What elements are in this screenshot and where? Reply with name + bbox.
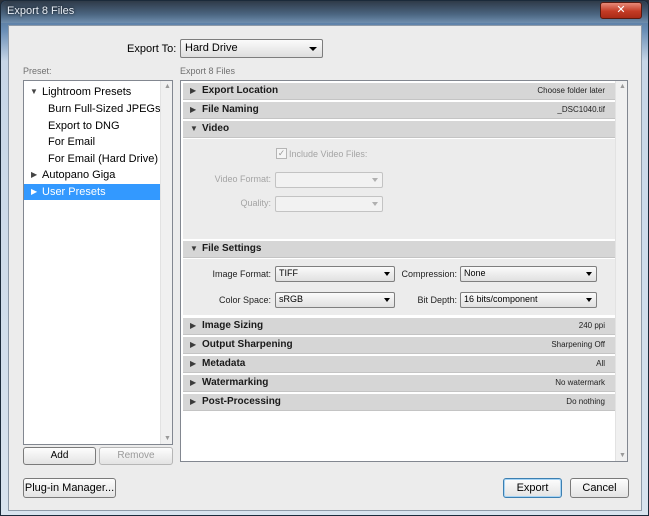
add-preset-button[interactable]: Add — [23, 447, 96, 465]
section-summary: No watermark — [555, 378, 605, 387]
file-settings-body: Image Format: TIFF Compression: None Col… — [183, 259, 615, 315]
expanded-triangle-icon: ▼ — [190, 244, 198, 253]
section-post-processing[interactable]: ▶ Post-Processing Do nothing — [183, 394, 615, 411]
section-video[interactable]: ▼ Video — [183, 121, 615, 138]
window-title: Export 8 Files — [7, 5, 75, 17]
section-summary: 240 ppi — [578, 321, 605, 330]
expanded-triangle-icon[interactable]: ▼ — [30, 84, 38, 100]
export-dialog: Export 8 Files ✕ Export To: Hard Drive P… — [0, 0, 649, 516]
compression-value: None — [464, 268, 486, 278]
quality-label: Quality: — [240, 198, 271, 208]
tree-item-user-presets[interactable]: ▶ User Presets — [24, 184, 160, 200]
bit-depth-label: Bit Depth: — [417, 295, 457, 305]
section-file-naming[interactable]: ▶ File Naming _DSC1040.tif — [183, 102, 615, 119]
section-output-sharpening[interactable]: ▶ Output Sharpening Sharpening Off — [183, 337, 615, 354]
section-title: Post-Processing — [202, 396, 281, 407]
expanded-triangle-icon: ▼ — [190, 124, 198, 133]
dialog-body: Export To: Hard Drive Preset: Export 8 F… — [8, 25, 642, 511]
section-title: Output Sharpening — [202, 339, 293, 350]
section-summary: Choose folder later — [537, 86, 605, 95]
section-title: Watermarking — [202, 377, 269, 388]
video-format-label: Video Format: — [214, 174, 271, 184]
section-image-sizing[interactable]: ▶ Image Sizing 240 ppi — [183, 318, 615, 335]
tree-item-for-email-hard-drive[interactable]: For Email (Hard Drive) — [48, 151, 158, 167]
section-title: Video — [202, 123, 230, 134]
tree-item-autopano-giga[interactable]: ▶ Autopano Giga — [24, 167, 160, 183]
bit-depth-select[interactable]: 16 bits/component — [460, 292, 597, 308]
tree-item-export-dng[interactable]: Export to DNG — [48, 118, 120, 134]
export-files-label: Export 8 Files — [180, 66, 236, 76]
preset-tree[interactable]: ▼ Lightroom Presets Burn Full-Sized JPEG… — [23, 80, 173, 445]
section-summary: All — [596, 359, 605, 368]
quality-select[interactable] — [275, 196, 383, 212]
chevron-down-icon — [586, 272, 592, 276]
chevron-down-icon — [384, 272, 390, 276]
tree-item-for-email[interactable]: For Email — [48, 134, 95, 150]
include-video-checkbox[interactable]: ✓ — [276, 148, 287, 159]
tree-item-label: Lightroom Presets — [42, 86, 132, 98]
collapsed-triangle-icon: ▶ — [190, 359, 197, 368]
section-title: File Naming — [202, 104, 259, 115]
collapsed-triangle-icon: ▶ — [190, 86, 197, 95]
include-video-label: Include Video Files: — [289, 149, 368, 159]
section-summary: _DSC1040.tif — [557, 105, 605, 114]
chevron-down-icon — [586, 298, 592, 302]
collapsed-triangle-icon[interactable]: ▶ — [31, 184, 37, 200]
section-summary: Do nothing — [566, 397, 605, 406]
bit-depth-value: 16 bits/component — [464, 294, 538, 304]
section-title: Export Location — [202, 85, 279, 96]
section-file-settings[interactable]: ▼ File Settings — [183, 241, 615, 258]
export-button[interactable]: Export — [503, 478, 562, 498]
preset-label: Preset: — [23, 66, 52, 76]
section-title: File Settings — [202, 243, 262, 254]
settings-scrollbar[interactable]: ▲ ▼ — [615, 81, 627, 461]
close-icon: ✕ — [616, 4, 626, 16]
scroll-up-icon[interactable]: ▲ — [619, 83, 626, 90]
section-title: Metadata — [202, 358, 246, 369]
close-button[interactable]: ✕ — [600, 2, 642, 19]
color-space-select[interactable]: sRGB — [275, 292, 395, 308]
collapsed-triangle-icon: ▶ — [190, 397, 197, 406]
tree-item-label: Autopano Giga — [42, 169, 116, 181]
tree-item-burn-jpegs[interactable]: Burn Full-Sized JPEGs — [48, 101, 160, 117]
section-export-location[interactable]: ▶ Export Location Choose folder later — [183, 83, 615, 100]
collapsed-triangle-icon: ▶ — [190, 340, 197, 349]
image-format-value: TIFF — [279, 268, 298, 278]
compression-label: Compression: — [401, 269, 457, 279]
scroll-down-icon[interactable]: ▼ — [619, 452, 626, 459]
collapsed-triangle-icon[interactable]: ▶ — [31, 167, 37, 183]
section-title: Image Sizing — [202, 320, 264, 331]
chevron-down-icon — [372, 178, 378, 182]
collapsed-triangle-icon: ▶ — [190, 105, 197, 114]
image-format-label: Image Format: — [212, 269, 271, 279]
title-bar[interactable]: Export 8 Files ✕ — [1, 1, 648, 23]
color-space-label: Color Space: — [218, 295, 271, 305]
chevron-down-icon — [309, 47, 317, 51]
chevron-down-icon — [372, 202, 378, 206]
section-watermarking[interactable]: ▶ Watermarking No watermark — [183, 375, 615, 392]
tree-item-label: User Presets — [42, 186, 106, 198]
remove-preset-button[interactable]: Remove — [99, 447, 173, 465]
compression-select[interactable]: None — [460, 266, 597, 282]
scroll-up-icon[interactable]: ▲ — [164, 83, 171, 90]
export-to-label: Export To: — [127, 43, 177, 55]
collapsed-triangle-icon: ▶ — [190, 321, 197, 330]
collapsed-triangle-icon: ▶ — [190, 378, 197, 387]
export-to-value: Hard Drive — [185, 42, 238, 54]
export-to-select[interactable]: Hard Drive — [180, 39, 323, 58]
image-format-select[interactable]: TIFF — [275, 266, 395, 282]
color-space-value: sRGB — [279, 294, 304, 304]
export-settings-panel: ▶ Export Location Choose folder later ▶ … — [180, 80, 628, 462]
chevron-down-icon — [384, 298, 390, 302]
tree-item-lightroom-presets[interactable]: ▼ Lightroom Presets — [24, 84, 160, 100]
video-section-body: ✓ Include Video Files: Video Format: Qua… — [183, 139, 615, 239]
section-summary: Sharpening Off — [551, 340, 605, 349]
scroll-down-icon[interactable]: ▼ — [164, 435, 171, 442]
cancel-button[interactable]: Cancel — [570, 478, 629, 498]
plugin-manager-button[interactable]: Plug-in Manager... — [23, 478, 116, 498]
preset-scrollbar[interactable]: ▲ ▼ — [160, 81, 172, 444]
section-metadata[interactable]: ▶ Metadata All — [183, 356, 615, 373]
video-format-select[interactable] — [275, 172, 383, 188]
